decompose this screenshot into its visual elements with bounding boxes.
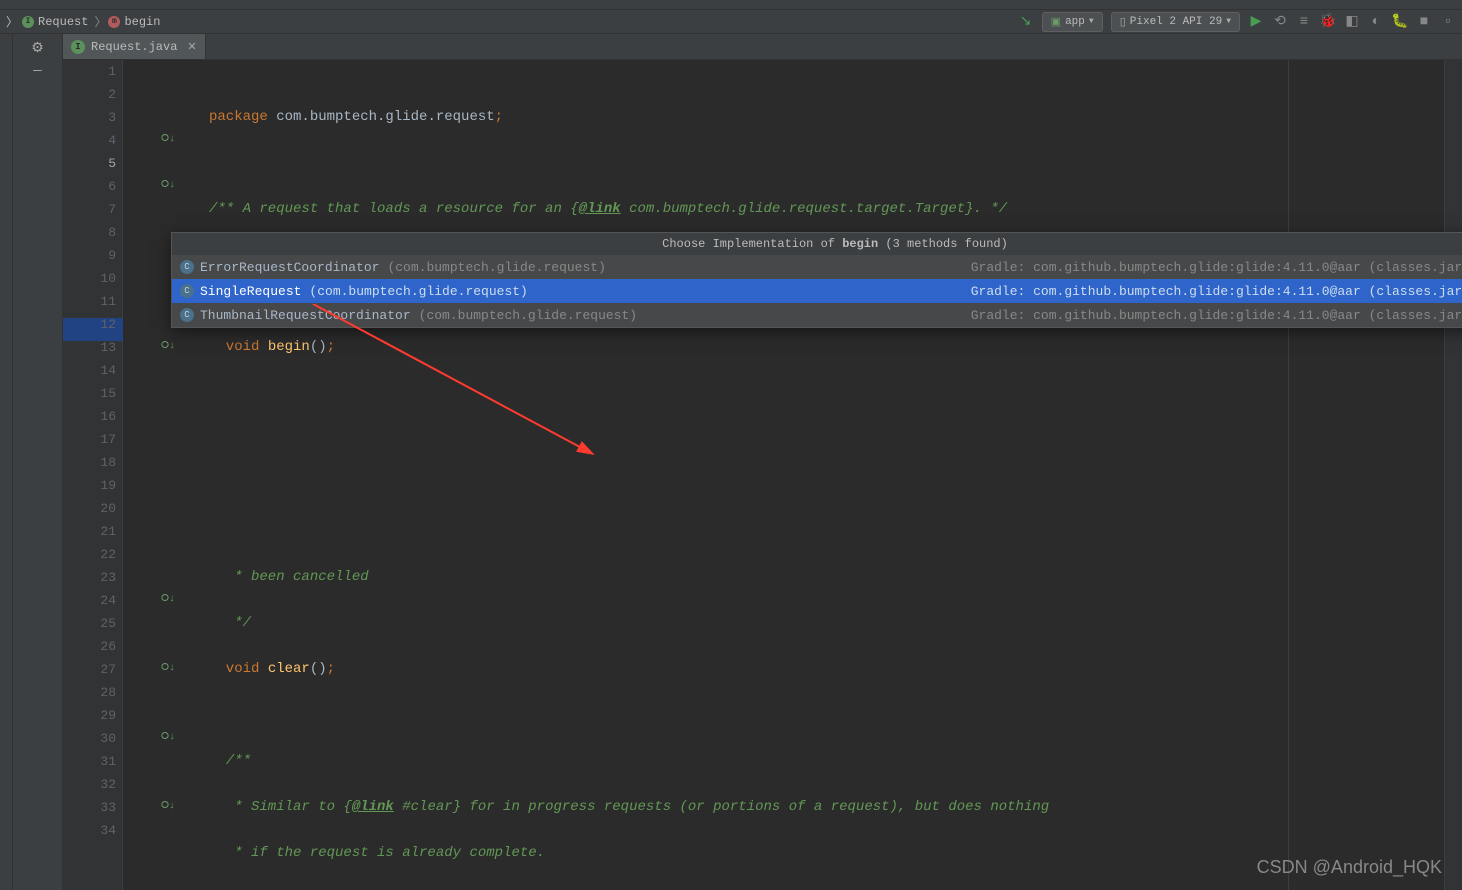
implementation-row[interactable]: CErrorRequestCoordinator (com.bumptech.g… [172,255,1462,279]
line-number: 7 [63,198,116,221]
run-config-dropdown[interactable]: ▣ app ▼ [1042,12,1103,32]
override-icon[interactable]: ⭘↓ [161,340,175,352]
line-number: 9 [63,244,116,267]
breadcrumb-item-method[interactable]: m begin [108,15,160,29]
java-file-icon: I [71,40,85,54]
override-icon[interactable]: ⭘↓ [161,731,175,743]
phone-icon: ▯ [1120,15,1126,29]
watermark: CSDN @Android_HQK [1257,857,1442,878]
stop-icon[interactable]: ■ [1416,14,1432,30]
breadcrumb-item-class[interactable]: I Request [22,15,88,29]
line-number: 20 [63,497,116,520]
line-number: 14 [63,359,116,382]
collapse-icon[interactable]: — [33,63,41,79]
line-number: 23 [63,566,116,589]
line-number: 1 [63,60,116,83]
line-number: 18 [63,451,116,474]
line-number: 6 [63,175,116,198]
breadcrumb-sep: 〉 [94,13,106,30]
chevron-down-icon: ▼ [1089,17,1094,26]
line-number: 30 [63,727,116,750]
line-number: 8 [63,221,116,244]
line-number: 33 [63,796,116,819]
class-icon: C [180,260,194,274]
editor-area: I Request.java ✕ 12345678910111213141516… [63,34,1462,890]
chevron-down-icon: ▼ [1226,17,1231,26]
line-number: 21 [63,520,116,543]
line-number: 27 [63,658,116,681]
override-icon[interactable]: ⭘↓ [161,593,175,605]
override-icon[interactable]: ⭘↓ [161,179,175,191]
line-number: 32 [63,773,116,796]
right-margin [1288,60,1289,890]
class-icon: C [180,308,194,322]
line-number: 31 [63,750,116,773]
line-number: 25 [63,612,116,635]
choose-implementation-popup: Choose Implementation of begin (3 method… [171,232,1462,328]
line-number: 11 [63,290,116,313]
class-icon: I [22,16,34,28]
build-icon[interactable]: ↘ [1018,14,1034,30]
line-number-gutter: 1234567891011121314151617181920212223242… [63,60,123,890]
line-number: 3 [63,106,116,129]
line-number: 34 [63,819,116,842]
close-icon[interactable]: ✕ [187,40,196,54]
breadcrumb-sep: 〉 [6,13,18,30]
line-number: 4 [63,129,116,152]
editor-tab[interactable]: I Request.java ✕ [63,34,206,59]
line-number: 26 [63,635,116,658]
line-number: 2 [63,83,116,106]
tool-column: ⚙ — [13,34,63,890]
popup-title: Choose Implementation of begin (3 method… [172,233,1462,255]
line-number: 12 [63,313,116,336]
navigation-bar: 〉 I Request 〉 m begin ↘ ▣ app ▼ ▯ Pixel … [0,10,1462,34]
code-editor[interactable]: 1234567891011121314151617181920212223242… [63,60,1462,890]
line-number: 28 [63,681,116,704]
profiler-icon[interactable]: ◐ [1368,14,1384,30]
implementation-row[interactable]: CSingleRequest (com.bumptech.glide.reque… [172,279,1462,303]
android-icon: ▣ [1051,15,1061,29]
override-icon[interactable]: ⭘↓ [161,800,175,812]
line-number: 19 [63,474,116,497]
line-number: 15 [63,382,116,405]
debug-icon[interactable]: 🐞 [1320,14,1336,30]
apply-changes-icon[interactable]: ⟲ [1272,14,1288,30]
marker-bar[interactable] [1444,60,1462,890]
override-icon[interactable]: ⭘↓ [161,133,175,145]
avd-icon[interactable]: ▫ [1440,14,1456,30]
line-number: 16 [63,405,116,428]
menu-bar [0,0,1462,10]
line-number: 5 [63,152,116,175]
override-icon[interactable]: ⭘↓ [161,662,175,674]
line-number: 10 [63,267,116,290]
line-number: 13 [63,336,116,359]
toolbar-right: ↘ ▣ app ▼ ▯ Pixel 2 API 29 ▼ ▶ ⟲ ≡ 🐞 ◧ ◐… [1018,12,1456,32]
class-icon: C [180,284,194,298]
coverage-icon[interactable]: ◧ [1344,14,1360,30]
device-dropdown[interactable]: ▯ Pixel 2 API 29 ▼ [1111,12,1240,32]
line-number: 29 [63,704,116,727]
run-icon[interactable]: ▶ [1248,14,1264,30]
gear-icon[interactable]: ⚙ [31,40,44,57]
editor-tabs: I Request.java ✕ [63,34,1462,60]
code-text[interactable]: package com.bumptech.glide.request; /** … [193,60,1444,890]
override-gutter: ⭘↓ ⭘↓ ⭘↓ ⭘↓ ⭘↓ ⭘↓ ⭘↓ [123,60,193,890]
method-icon: m [108,16,120,28]
line-number: 17 [63,428,116,451]
implementation-row[interactable]: CThumbnailRequestCoordinator (com.bumpte… [172,303,1462,327]
line-number: 24 [63,589,116,612]
project-tool-stripe[interactable] [0,34,13,890]
apply-code-icon[interactable]: ≡ [1296,14,1312,30]
line-number: 22 [63,543,116,566]
attach-icon[interactable]: 🐛 [1392,14,1408,30]
